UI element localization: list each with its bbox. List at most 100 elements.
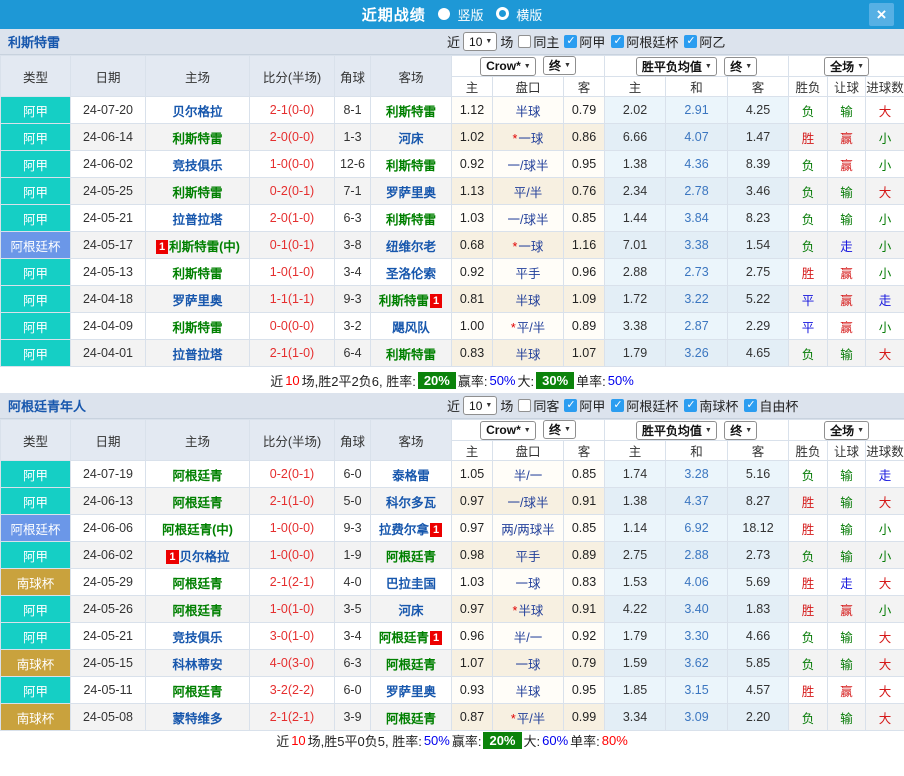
recent-results-panel: 近期战绩 竖版 横版 × 利斯特雷 近 10▼ 场 同主 阿甲阿根廷杯阿乙 (0, 0, 904, 749)
matches-label: 场 (500, 399, 514, 414)
close-button[interactable]: × (869, 3, 894, 26)
league-filter[interactable]: 阿甲 (564, 396, 605, 415)
select-value: Crow* (486, 423, 521, 438)
summary-text: 80% (601, 732, 628, 748)
result-goals: 大 (865, 177, 904, 205)
result-handicap: 赢 (827, 258, 867, 286)
avg-draw-odds: 3.30 (665, 622, 729, 650)
handicap-line: 半球 (492, 676, 564, 704)
league-filters: 阿甲 阿根廷杯 南球杯 自由杯 (562, 396, 798, 415)
rank-badge: 1 (429, 630, 443, 645)
avg-home-odds: 1.14 (604, 514, 667, 542)
result-handicap: 输 (827, 622, 867, 650)
result-outcome: 胜 (788, 676, 829, 704)
league-filter[interactable]: 阿根廷杯 (611, 32, 678, 51)
handicap-home-odds: 0.96 (451, 622, 493, 650)
early-odds-star: * (512, 603, 518, 618)
chevron-down-icon: ▼ (857, 426, 865, 434)
handicap-line: 平/半 (492, 177, 564, 205)
bookmaker-select[interactable]: Crow* ▼ (480, 56, 536, 76)
avg-type-select[interactable]: 胜平负均值 ▼ (635, 420, 717, 440)
radio-vertical-layout[interactable] (438, 8, 451, 20)
select-value: 胜平负均值 (641, 59, 702, 74)
same-venue-filter[interactable]: 同主 (518, 32, 559, 51)
matches-table: 类型 日期 主场 比分(半场) 角球 客场 Crow* ▼ 终 ▼ 胜平负均值 ▼ 终… (0, 419, 904, 731)
result-goals: 小 (865, 204, 904, 232)
match-date: 24-05-21 (70, 204, 146, 232)
match-score: 1-0(1-0) (249, 595, 335, 623)
avg-home-odds: 1.59 (604, 649, 667, 677)
radio-horizontal-label[interactable]: 横版 (516, 8, 542, 23)
col-header-avg-home: 主 (604, 440, 667, 461)
avg-draw-odds: 3.22 (665, 285, 729, 313)
result-goals: 走 (865, 460, 904, 488)
away-team: 利斯特雷 (370, 339, 452, 367)
handicap-line: *半球 (492, 595, 564, 623)
match-date: 24-05-08 (70, 703, 146, 731)
same-venue-filter[interactable]: 同客 (518, 396, 559, 415)
bookmaker-time-select[interactable]: 终 ▼ (543, 56, 576, 76)
league-filter[interactable]: 自由杯 (744, 396, 798, 415)
corner-score: 6-4 (334, 339, 371, 367)
handicap-line: 半球 (492, 285, 564, 313)
league-filter[interactable]: 阿根廷杯 (611, 396, 678, 415)
avg-type-select[interactable]: 胜平负均值 ▼ (635, 56, 717, 76)
col-header-handicap-away: 客 (562, 440, 606, 461)
match-date: 24-07-20 (70, 96, 146, 124)
handicap-home-odds: 0.97 (451, 487, 493, 515)
rank-badge: 1 (429, 522, 443, 537)
checkbox-icon (611, 34, 625, 48)
scope-group-header: 全场 ▼ (788, 419, 904, 441)
col-header-type: 类型 (0, 55, 71, 97)
radio-horizontal-layout[interactable] (495, 7, 509, 20)
corner-score: 8-1 (334, 96, 371, 124)
corner-score: 3-8 (334, 231, 371, 259)
away-team: 阿根廷青 (370, 541, 452, 569)
handicap-home-odds: 1.03 (451, 204, 493, 232)
recent-count-select[interactable]: 10 ▼ (463, 32, 498, 51)
handicap-away-odds: 0.85 (562, 204, 606, 232)
avg-home-odds: 1.79 (604, 339, 667, 367)
result-outcome: 负 (788, 649, 829, 677)
scope-select[interactable]: 全场 ▼ (824, 56, 870, 76)
avg-draw-odds: 4.36 (665, 150, 729, 178)
match-date: 24-05-29 (70, 568, 146, 596)
col-header-avg-away: 客 (727, 76, 790, 97)
corner-score: 3-2 (334, 312, 371, 340)
match-date: 24-06-02 (70, 150, 146, 178)
result-goals: 小 (865, 312, 904, 340)
rank-badge: 1 (166, 549, 179, 564)
match-score: 2-0(0-0) (249, 123, 335, 151)
league-filter[interactable]: 阿甲 (564, 32, 605, 51)
match-date: 24-06-13 (70, 487, 146, 515)
bookmaker-select[interactable]: Crow* ▼ (480, 420, 536, 440)
avg-time-select[interactable]: 终 ▼ (724, 56, 758, 76)
avg-home-odds: 3.34 (604, 703, 667, 731)
chevron-down-icon: ▼ (523, 426, 531, 434)
col-header-handicap-result: 让球 (827, 76, 867, 97)
team-name-heading: 阿根廷青年人 (8, 399, 87, 414)
match-row: 南球杯 24-05-29 阿根廷青 2-1(2-1) 4-0 巴拉圭国 1.03 一球 0.83… (0, 568, 904, 596)
radio-vertical-label[interactable]: 竖版 (457, 8, 483, 23)
result-handicap: 赢 (827, 123, 867, 151)
league-filter[interactable]: 阿乙 (684, 32, 725, 51)
col-header-avg-draw: 和 (665, 76, 729, 97)
match-row: 阿甲 24-05-26 阿根廷青 1-0(1-0) 3-5 河床 0.97 *半球 0.91 4.… (0, 595, 904, 623)
scope-select[interactable]: 全场 ▼ (824, 420, 870, 440)
corner-score: 6-3 (334, 649, 371, 677)
match-row: 阿甲 24-06-02 竞技俱乐 1-0(0-0) 12-6 利斯特雷 0.92 一/球半 0.… (0, 150, 904, 178)
result-outcome: 胜 (788, 123, 829, 151)
avg-time-select[interactable]: 终 ▼ (724, 420, 758, 440)
record-summary: 近 10 场,胜5平0负5, 胜率: 50% 赢率: 20% 大: 60% 单率: 80% (0, 731, 904, 749)
result-goals: 小 (865, 514, 904, 542)
bookmaker-time-select[interactable]: 终 ▼ (543, 420, 576, 440)
rank-badge: 1 (429, 293, 443, 308)
home-team: 1 利斯特雷(中) (145, 231, 250, 259)
result-outcome: 负 (788, 622, 829, 650)
summary-text: 单率: (570, 733, 600, 749)
home-team: 阿根廷青(中) (145, 514, 250, 542)
col-header-away: 客场 (370, 419, 452, 461)
match-score: 2-1(2-1) (249, 568, 335, 596)
league-filter[interactable]: 南球杯 (684, 396, 738, 415)
recent-count-select[interactable]: 10 ▼ (463, 396, 498, 415)
